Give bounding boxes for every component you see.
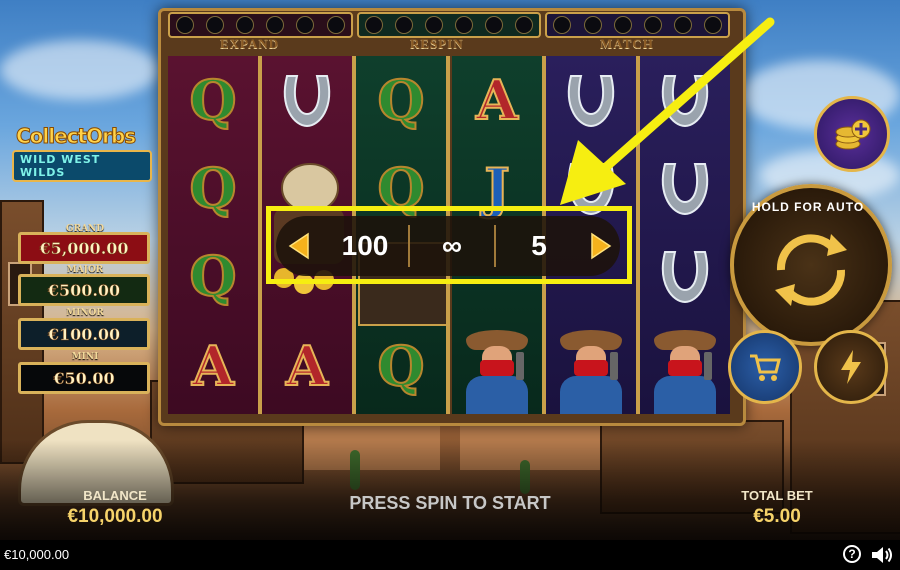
symbol-q: Q <box>188 243 237 309</box>
orb-group-respin <box>356 12 542 38</box>
orb-group-match <box>545 12 731 38</box>
symbol-a: A <box>475 67 519 133</box>
feature-expand-label: EXPAND <box>220 36 280 51</box>
status-bar: €10,000.00 <box>0 540 900 570</box>
symbol-q: Q <box>188 67 237 133</box>
logo-title: CollectOrbs <box>15 124 136 149</box>
feature-match-label: MATCH <box>600 36 654 51</box>
cart-icon <box>750 354 781 381</box>
orb-group-expand <box>168 12 353 38</box>
sound-icon[interactable] <box>870 545 894 565</box>
autoplay-arrows-icon <box>775 234 847 306</box>
game-logo: CollectOrbs WILD WEST WILDS <box>12 124 152 182</box>
horseshoe-icon <box>546 56 636 144</box>
jackpot-major-value: €500.00 <box>18 274 150 306</box>
balance-value: €10,000.00 <box>67 506 163 527</box>
symbol-a: A <box>285 333 329 399</box>
bandit-wild-icon <box>546 322 636 414</box>
symbol-q: Q <box>376 67 425 133</box>
total-bet-label: TOTAL BET <box>741 488 813 503</box>
hold-for-auto-label: HOLD FOR AUTO <box>751 200 865 214</box>
reel-divider <box>258 56 262 414</box>
logo-subtitle: WILD WEST WILDS <box>12 150 152 182</box>
coins-plus-icon <box>835 119 871 150</box>
horseshoe-icon <box>640 144 730 232</box>
reel-1: Q Q Q A <box>168 56 258 414</box>
buy-feature-button[interactable] <box>728 330 802 404</box>
highlight-box <box>266 206 632 284</box>
horseshoe-icon <box>640 56 730 144</box>
jackpot-minor-label: MINOR <box>66 308 104 318</box>
feature-respin-label: RESPIN <box>410 36 464 51</box>
jackpot-mini-label: MINI <box>71 352 99 362</box>
reel-divider <box>636 56 640 414</box>
help-icon[interactable]: ? <box>843 545 861 563</box>
status-balance: €10,000.00 <box>4 547 70 562</box>
lightning-bolt-icon <box>841 350 861 384</box>
buy-coins-button[interactable] <box>814 96 890 172</box>
bandit-wild-icon <box>452 322 542 414</box>
symbol-q: Q <box>188 155 237 221</box>
jackpot-minor-value: €100.00 <box>18 318 150 350</box>
symbol-q: Q <box>376 333 425 399</box>
total-bet-value[interactable]: €5.00 <box>722 506 832 528</box>
orb-collector-row <box>168 12 731 38</box>
jackpot-grand-value: €5,000.00 <box>18 232 150 264</box>
cloud <box>0 40 160 100</box>
bandit-wild-icon <box>640 322 730 414</box>
horseshoe-icon <box>262 56 352 144</box>
balance-label: BALANCE <box>83 488 147 503</box>
symbol-a: A <box>191 333 235 399</box>
jackpot-mini-value: €50.00 <box>18 362 150 394</box>
reel-6 <box>640 56 730 414</box>
turbo-button[interactable] <box>814 330 888 404</box>
spin-prompt: PRESS SPIN TO START <box>349 493 551 513</box>
horseshoe-icon <box>640 232 730 320</box>
